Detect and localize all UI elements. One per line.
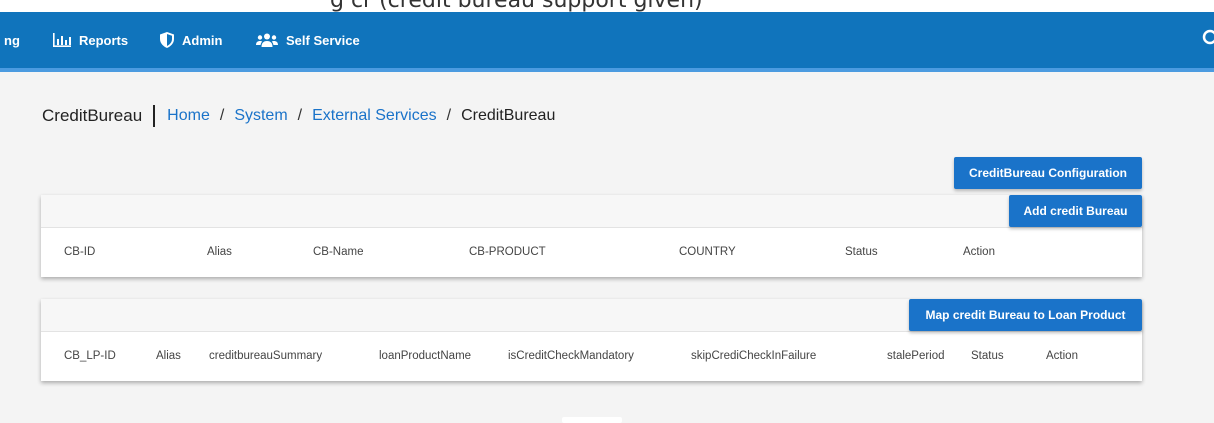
page-header: CreditBureau Home / System / External Se… — [42, 104, 555, 128]
breadcrumb-home[interactable]: Home — [167, 107, 210, 125]
breadcrumb-external-services[interactable]: External Services — [312, 107, 437, 125]
map-credit-bureau-to-loan-product-button[interactable]: Map credit Bureau to Loan Product — [909, 299, 1142, 331]
breadcrumb-current: CreditBureau — [461, 107, 556, 124]
breadcrumb-separator: / — [219, 107, 225, 124]
table-header-row: CB_LP-ID Alias creditbureauSummary loanP… — [41, 332, 1142, 381]
column-header-alias[interactable]: Alias — [156, 350, 181, 362]
column-header-creditbureau-summary[interactable]: creditbureauSummary — [209, 350, 322, 362]
column-header-cb-lp-id[interactable]: CB_LP-ID — [64, 350, 116, 362]
credit-bureau-table: CB-ID Alias CB-Name CB-PRODUCT COUNTRY S… — [41, 195, 1142, 277]
column-header-cb-name[interactable]: CB-Name — [313, 246, 363, 258]
add-credit-bureau-button[interactable]: Add credit Bureau — [1009, 195, 1142, 227]
column-header-stale-period[interactable]: stalePeriod — [887, 350, 945, 362]
search-icon — [1202, 29, 1214, 45]
top-strip: g cr (credit bureau support given) — [0, 0, 1214, 12]
breadcrumb-system[interactable]: System — [234, 107, 287, 125]
column-header-cb-id[interactable]: CB-ID — [64, 246, 95, 258]
top-navbar: ng Reports Admin Self Service — [0, 12, 1214, 72]
creditbureau-configuration-button[interactable]: CreditBureau Configuration — [954, 157, 1142, 189]
users-icon — [256, 33, 278, 47]
nav-item-cut[interactable]: ng — [4, 12, 20, 68]
top-strip-text: g cr (credit bureau support given) — [330, 0, 703, 12]
title-divider — [153, 105, 156, 127]
nav-item-admin-label: Admin — [182, 32, 223, 48]
table-header-row: CB-ID Alias CB-Name CB-PRODUCT COUNTRY S… — [41, 228, 1142, 277]
column-header-alias[interactable]: Alias — [207, 246, 232, 258]
nav-item-reports[interactable]: Reports — [53, 12, 128, 68]
column-header-country[interactable]: COUNTRY — [679, 246, 736, 258]
column-header-action: Action — [963, 246, 995, 258]
column-header-cb-product[interactable]: CB-PRODUCT — [469, 246, 546, 258]
search-button[interactable] — [1202, 29, 1214, 54]
breadcrumb-separator: / — [446, 107, 452, 124]
column-header-skip-credit-check-in-failure[interactable]: skipCrediCheckInFailure — [691, 350, 816, 362]
nav-item-self-service[interactable]: Self Service — [256, 12, 360, 68]
page-title: CreditBureau — [42, 106, 143, 125]
nav-item-self-service-label: Self Service — [286, 32, 360, 48]
column-header-action: Action — [1046, 350, 1078, 362]
nav-item-cut-label: ng — [4, 32, 20, 48]
scroll-indicator[interactable] — [562, 417, 622, 423]
nav-item-admin[interactable]: Admin — [160, 12, 222, 68]
nav-item-reports-label: Reports — [79, 32, 129, 48]
table-toolbar — [41, 195, 1142, 228]
breadcrumb-separator: / — [297, 107, 303, 124]
shield-icon — [160, 32, 174, 48]
column-header-is-credit-check-mandatory[interactable]: isCreditCheckMandatory — [508, 350, 634, 362]
column-header-status[interactable]: Status — [971, 350, 1004, 362]
column-header-status[interactable]: Status — [845, 246, 878, 258]
bar-chart-icon — [53, 33, 71, 47]
column-header-loan-product-name[interactable]: loanProductName — [379, 350, 471, 362]
